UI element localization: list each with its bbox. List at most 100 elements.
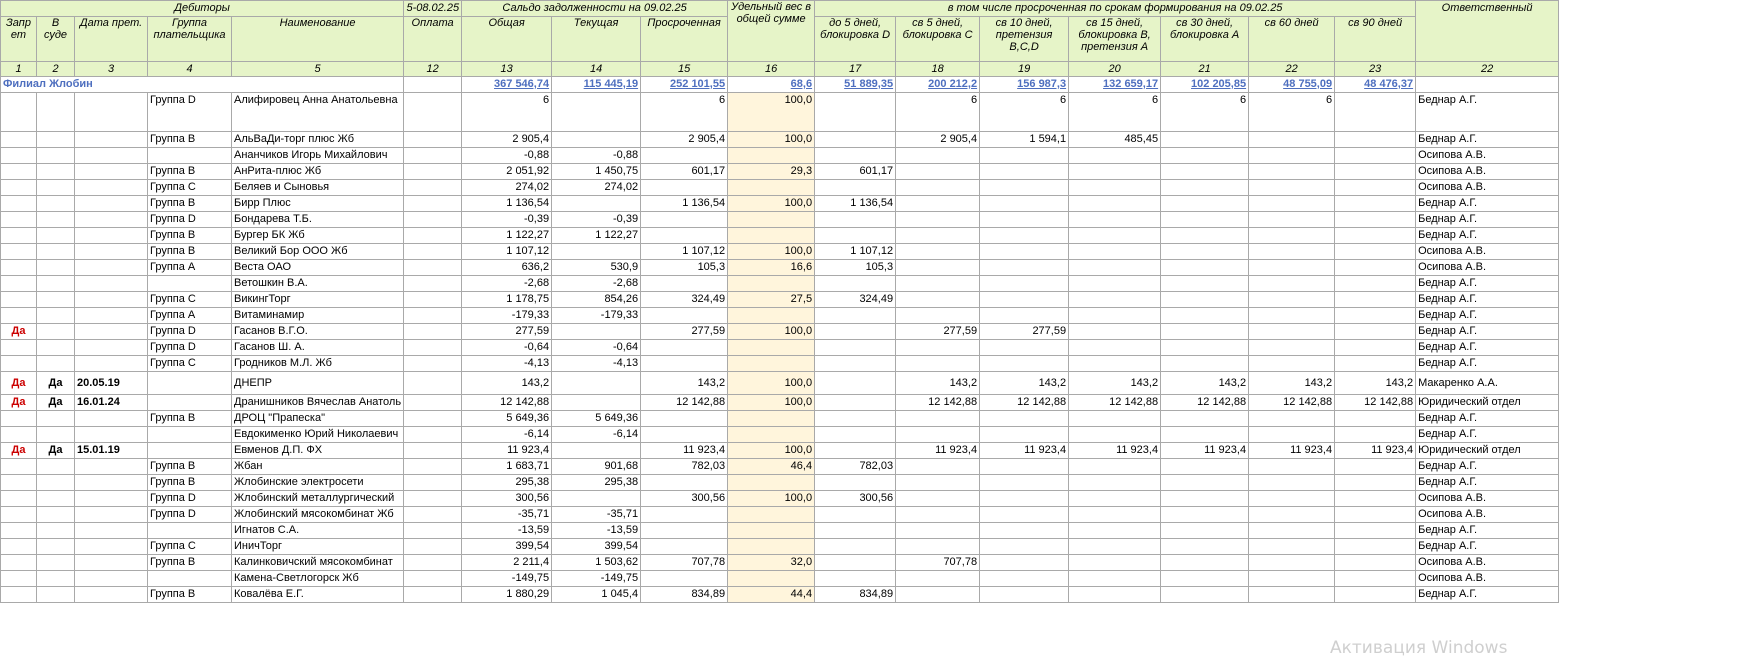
cell-ban[interactable]: [0, 426, 37, 443]
cell-payment[interactable]: [403, 371, 463, 395]
cell-o15[interactable]: [1068, 474, 1162, 491]
cell-total[interactable]: 6: [461, 92, 553, 132]
cell-responsible[interactable]: Беднар А.Г.: [1415, 474, 1560, 491]
cell-responsible[interactable]: Беднар А.Г.: [1415, 323, 1560, 340]
cell-o15[interactable]: [1068, 179, 1162, 196]
cell-claim-date[interactable]: 16.01.24: [74, 394, 148, 411]
cell-payment[interactable]: [403, 323, 463, 340]
cell-o90[interactable]: [1334, 259, 1417, 276]
cell-o5[interactable]: [895, 147, 981, 164]
cell-payment[interactable]: [403, 474, 463, 491]
table-row[interactable]: Группа В АнРита-плюс Жб 2 051,92 1 450,75 60…: [0, 163, 1560, 180]
cell-o5[interactable]: [895, 355, 981, 372]
cell-overdue[interactable]: [640, 275, 729, 292]
cell-ban[interactable]: [0, 538, 37, 555]
cell-o10[interactable]: [979, 275, 1070, 292]
branch-o15[interactable]: 132 659,17: [1068, 76, 1162, 93]
cell-payer-group[interactable]: Группа D: [147, 490, 232, 507]
cell-payer-group[interactable]: [147, 570, 232, 587]
branch-total[interactable]: 367 546,74: [461, 76, 553, 93]
cell-total[interactable]: 12 142,88: [461, 394, 553, 411]
cell-total[interactable]: 11 923,4: [461, 442, 553, 459]
cell-o60[interactable]: [1248, 474, 1336, 491]
cell-ban[interactable]: [0, 554, 37, 571]
cell-o5[interactable]: 6: [895, 92, 981, 132]
cell-name[interactable]: Веста ОАО: [230, 259, 405, 276]
cell-total[interactable]: 1 683,71: [461, 458, 553, 475]
cell-o10[interactable]: 12 142,88: [979, 394, 1070, 411]
cell-responsible[interactable]: Осипова А.В.: [1415, 490, 1560, 507]
cell-payment[interactable]: [403, 227, 463, 244]
table-row[interactable]: Группа В Жлобинские электросети 295,38 295,…: [0, 474, 1560, 491]
cell-current[interactable]: -6,14: [551, 426, 642, 443]
cell-current[interactable]: [551, 92, 642, 132]
cell-o10[interactable]: 277,59: [979, 323, 1070, 340]
cell-ban[interactable]: [0, 522, 37, 539]
cell-claim-date[interactable]: [74, 410, 148, 427]
cell-responsible[interactable]: Осипова А.В.: [1415, 554, 1560, 571]
cell-payment[interactable]: [403, 538, 463, 555]
cell-weight[interactable]: 27,5: [727, 291, 816, 308]
cell-o30[interactable]: [1160, 211, 1250, 228]
cell-ban[interactable]: [0, 339, 37, 356]
cell-court[interactable]: [36, 506, 75, 523]
cell-payer-group[interactable]: Группа В: [147, 131, 232, 148]
cell-o10[interactable]: [979, 426, 1070, 443]
cell-overdue[interactable]: 782,03: [640, 458, 729, 475]
cell-weight[interactable]: 44,4: [727, 586, 816, 603]
cell-ban[interactable]: Да: [0, 394, 37, 411]
cell-o30[interactable]: 11 923,4: [1160, 442, 1250, 459]
branch-o90[interactable]: 48 476,37: [1334, 76, 1417, 93]
cell-o10[interactable]: [979, 307, 1070, 324]
cell-name[interactable]: Жлобинский металлургический: [230, 490, 405, 507]
cell-name[interactable]: ИничТорг: [230, 538, 405, 555]
cell-o90[interactable]: [1334, 291, 1417, 308]
cell-d5[interactable]: [814, 410, 897, 427]
cell-name[interactable]: Ковалёва Е.Г.: [230, 586, 405, 603]
cell-overdue[interactable]: [640, 179, 729, 196]
cell-o60[interactable]: [1248, 410, 1336, 427]
cell-o60[interactable]: [1248, 426, 1336, 443]
cell-weight[interactable]: [727, 227, 816, 244]
cell-weight[interactable]: 100,0: [727, 442, 816, 459]
cell-o90[interactable]: [1334, 586, 1417, 603]
cell-overdue[interactable]: 707,78: [640, 554, 729, 571]
cell-weight[interactable]: [727, 355, 816, 372]
cell-name[interactable]: Бондарева Т.Б.: [230, 211, 405, 228]
cell-o10[interactable]: [979, 259, 1070, 276]
cell-weight[interactable]: [727, 179, 816, 196]
cell-payer-group[interactable]: Группа D: [147, 506, 232, 523]
cell-o5[interactable]: 11 923,4: [895, 442, 981, 459]
cell-current[interactable]: -149,75: [551, 570, 642, 587]
cell-current[interactable]: [551, 371, 642, 395]
cell-o60[interactable]: 6: [1248, 92, 1336, 132]
branch-o10[interactable]: 156 987,3: [979, 76, 1070, 93]
cell-name[interactable]: Ветошкин В.А.: [230, 275, 405, 292]
cell-payer-group[interactable]: Группа В: [147, 227, 232, 244]
cell-o15[interactable]: [1068, 538, 1162, 555]
table-row[interactable]: Группа В Великий Бор ООО Жб 1 107,12 1 107,…: [0, 243, 1560, 260]
table-row[interactable]: Группа С Гродников М.Л. Жб -4,13 -4,13 Бедна…: [0, 355, 1560, 372]
cell-court[interactable]: [36, 147, 75, 164]
cell-ban[interactable]: [0, 490, 37, 507]
cell-ban[interactable]: [0, 291, 37, 308]
cell-total[interactable]: -0,88: [461, 147, 553, 164]
cell-o90[interactable]: [1334, 410, 1417, 427]
cell-ban[interactable]: [0, 227, 37, 244]
cell-o5[interactable]: [895, 339, 981, 356]
cell-current[interactable]: 854,26: [551, 291, 642, 308]
cell-payer-group[interactable]: [147, 394, 232, 411]
table-row[interactable]: Группа А Веста ОАО 636,2 530,9 105,3 16,6 105,…: [0, 259, 1560, 276]
cell-o5[interactable]: [895, 307, 981, 324]
table-row[interactable]: Да Группа D Гасанов В.Г.О. 277,59 277,59 100,…: [0, 323, 1560, 340]
cell-o90[interactable]: [1334, 538, 1417, 555]
cell-payer-group[interactable]: Группа D: [147, 339, 232, 356]
cell-court[interactable]: [36, 227, 75, 244]
cell-overdue[interactable]: [640, 538, 729, 555]
cell-payer-group[interactable]: Группа D: [147, 211, 232, 228]
cell-name[interactable]: Евменов Д.П. ФХ: [230, 442, 405, 459]
cell-payer-group[interactable]: Группа В: [147, 195, 232, 212]
cell-current[interactable]: 274,02: [551, 179, 642, 196]
cell-o5[interactable]: [895, 275, 981, 292]
cell-overdue[interactable]: [640, 474, 729, 491]
